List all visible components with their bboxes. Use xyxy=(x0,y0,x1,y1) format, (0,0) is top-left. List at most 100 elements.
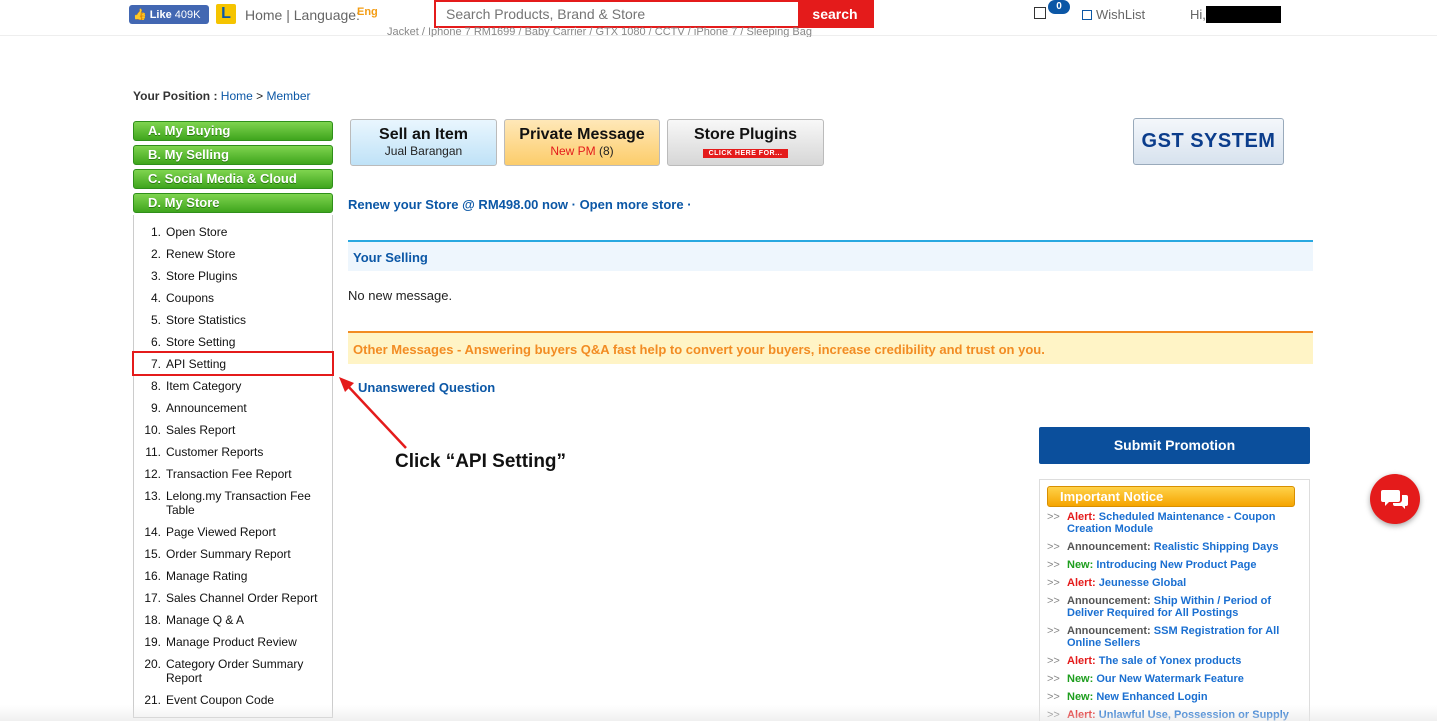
annotation-text: Click “API Setting” xyxy=(395,451,567,472)
search-input[interactable] xyxy=(436,2,798,26)
breadcrumb-member-link[interactable]: Member xyxy=(267,89,311,103)
language-selector[interactable]: Eng xyxy=(357,6,378,18)
store-item-customer-reports[interactable]: 11. Customer Reports xyxy=(144,445,329,459)
store-item-category-order-summary[interactable]: 20. Category Order Summary Report xyxy=(144,657,329,685)
search-button[interactable]: search xyxy=(798,2,872,26)
store-item-store-setting[interactable]: 6. Store Setting xyxy=(144,335,329,349)
item-label: Announcement xyxy=(166,401,247,415)
important-notice-panel: Important Notice >> Alert: Scheduled Main… xyxy=(1039,479,1310,721)
top-bar: 👍 Like 409K L Home | Language: Eng searc… xyxy=(0,0,1437,37)
notice-text: Our New Watermark Feature xyxy=(1096,673,1244,685)
pm-count: (8) xyxy=(599,144,614,158)
fb-like-count: 409K xyxy=(174,8,201,21)
item-label: Page Viewed Report xyxy=(166,525,276,539)
plugins-title: Store Plugins xyxy=(693,126,798,143)
api-setting-highlight xyxy=(132,351,334,376)
private-message-button[interactable]: Private Message New PM (8) xyxy=(504,119,660,166)
notice-tag: Alert: xyxy=(1067,655,1096,667)
submit-promotion-button[interactable]: Submit Promotion xyxy=(1039,427,1310,464)
cart-icon[interactable] xyxy=(1034,7,1046,19)
store-item-item-category[interactable]: 8. Item Category xyxy=(144,379,329,393)
notice-item[interactable]: >> Announcement: SSM Registration for All… xyxy=(1047,625,1297,649)
store-item-open-store[interactable]: 1. Open Store xyxy=(144,225,329,239)
notice-text: New Enhanced Login xyxy=(1096,691,1208,703)
renew-store-link[interactable]: Renew your Store @ RM498.00 now · Open m… xyxy=(348,197,692,212)
notice-item[interactable]: >> Announcement: Ship Within / Period of … xyxy=(1047,595,1297,619)
store-item-manage-qa[interactable]: 18. Manage Q & A xyxy=(144,613,329,627)
username-redacted[interactable] xyxy=(1206,6,1281,23)
menu-my-store[interactable]: D. My Store xyxy=(133,193,333,213)
store-item-order-summary-report[interactable]: 15. Order Summary Report xyxy=(144,547,329,561)
item-label: Order Summary Report xyxy=(166,547,291,561)
breadcrumb-home-link[interactable]: Home xyxy=(221,89,253,103)
notice-item[interactable]: >> Alert: Unlawful Use, Possession or Sup… xyxy=(1047,709,1297,721)
chat-bubble-icon xyxy=(1381,490,1408,509)
item-label: Category Order Summary Report xyxy=(166,657,304,685)
item-number: 1. xyxy=(150,225,161,239)
fb-like-label: Like xyxy=(149,8,172,21)
home-language-link[interactable]: Home | Language: xyxy=(245,7,360,23)
notice-item[interactable]: >> Announcement: Realistic Shipping Days xyxy=(1047,541,1297,553)
notice-tag: Announcement: xyxy=(1067,595,1151,607)
item-label: Open Store xyxy=(166,225,228,239)
notice-text: The sale of Yonex products xyxy=(1098,655,1242,667)
store-item-sales-channel-order-report[interactable]: 17. Sales Channel Order Report xyxy=(144,591,329,605)
annotation-arrow-icon xyxy=(339,377,407,449)
store-item-announcement[interactable]: 9. Announcement xyxy=(144,401,329,415)
item-label: Event Coupon Code xyxy=(166,693,275,707)
store-item-transaction-fee-table[interactable]: 13. Lelong.my Transaction Fee Table xyxy=(144,489,329,517)
sell-an-item-button[interactable]: Sell an Item Jual Barangan xyxy=(350,119,497,166)
store-item-coupons[interactable]: 4. Coupons xyxy=(144,291,329,305)
notice-tag: Announcement: xyxy=(1067,541,1151,553)
item-number: 18. xyxy=(144,613,161,627)
item-label: Sales Report xyxy=(166,423,236,437)
item-number: 21. xyxy=(144,693,161,707)
notice-tag: Alert: xyxy=(1067,577,1096,589)
store-item-store-statistics[interactable]: 5. Store Statistics xyxy=(144,313,329,327)
notice-text: Realistic Shipping Days xyxy=(1153,541,1279,553)
menu-my-selling[interactable]: B. My Selling xyxy=(133,145,333,165)
store-item-manage-rating[interactable]: 16. Manage Rating xyxy=(144,569,329,583)
wishlist-link[interactable]: WishList xyxy=(1096,7,1145,22)
store-item-transaction-fee-report[interactable]: 12. Transaction Fee Report xyxy=(144,467,329,481)
menu-my-buying[interactable]: A. My Buying xyxy=(133,121,333,141)
item-label: Store Setting xyxy=(166,335,236,349)
no-message-text: No new message. xyxy=(348,288,453,303)
thumbs-up-icon: 👍 xyxy=(133,9,147,21)
lelong-logo-icon[interactable]: L xyxy=(216,4,236,24)
pm-title: Private Message xyxy=(519,126,645,143)
item-number: 4. xyxy=(150,291,161,305)
facebook-like-button[interactable]: 👍 Like 409K xyxy=(129,5,209,24)
store-item-event-coupon-code[interactable]: 21. Event Coupon Code xyxy=(144,693,329,707)
notice-item[interactable]: >> Alert: The sale of Yonex products xyxy=(1047,655,1297,667)
notice-item[interactable]: >> Alert: Scheduled Maintenance - Coupon … xyxy=(1047,511,1297,535)
notice-item[interactable]: >> Alert: Jeunesse Global xyxy=(1047,577,1297,589)
item-number: 17. xyxy=(144,591,161,605)
sell-subtitle: Jual Barangan xyxy=(384,144,463,158)
wishlist-icon[interactable] xyxy=(1082,10,1092,20)
trending-keywords[interactable]: Jacket / Iphone 7 RM1699 / Baby Carrier … xyxy=(387,27,857,37)
notice-item[interactable]: >> New: New Enhanced Login xyxy=(1047,691,1297,703)
store-item-renew-store[interactable]: 2. Renew Store xyxy=(144,247,329,261)
item-number: 12. xyxy=(144,467,161,481)
store-item-sales-report[interactable]: 10. Sales Report xyxy=(144,423,329,437)
menu-social-media-cloud[interactable]: C. Social Media & Cloud xyxy=(133,169,333,189)
item-number: 3. xyxy=(150,269,161,283)
notice-tag: Alert: xyxy=(1067,709,1096,721)
item-number: 15. xyxy=(144,547,161,561)
item-label: Lelong.my Transaction Fee Table xyxy=(166,489,311,517)
notice-text: Scheduled Maintenance - Coupon Creation … xyxy=(1067,511,1276,535)
store-item-store-plugins[interactable]: 3. Store Plugins xyxy=(144,269,329,283)
chat-button[interactable] xyxy=(1370,474,1420,524)
item-number: 10. xyxy=(144,423,161,437)
item-number: 11. xyxy=(145,445,161,459)
item-label: Store Plugins xyxy=(166,269,238,283)
store-item-manage-product-review[interactable]: 19. Manage Product Review xyxy=(144,635,329,649)
gst-system-button[interactable]: GST SYSTEM xyxy=(1133,118,1284,165)
item-label: Sales Channel Order Report xyxy=(166,591,318,605)
store-plugins-button[interactable]: Store Plugins CLICK HERE FOR... xyxy=(667,119,824,166)
notice-item[interactable]: >> New: Introducing New Product Page xyxy=(1047,559,1297,571)
store-item-page-viewed-report[interactable]: 14. Page Viewed Report xyxy=(144,525,329,539)
search-bar: search xyxy=(434,0,874,28)
notice-item[interactable]: >> New: Our New Watermark Feature xyxy=(1047,673,1297,685)
